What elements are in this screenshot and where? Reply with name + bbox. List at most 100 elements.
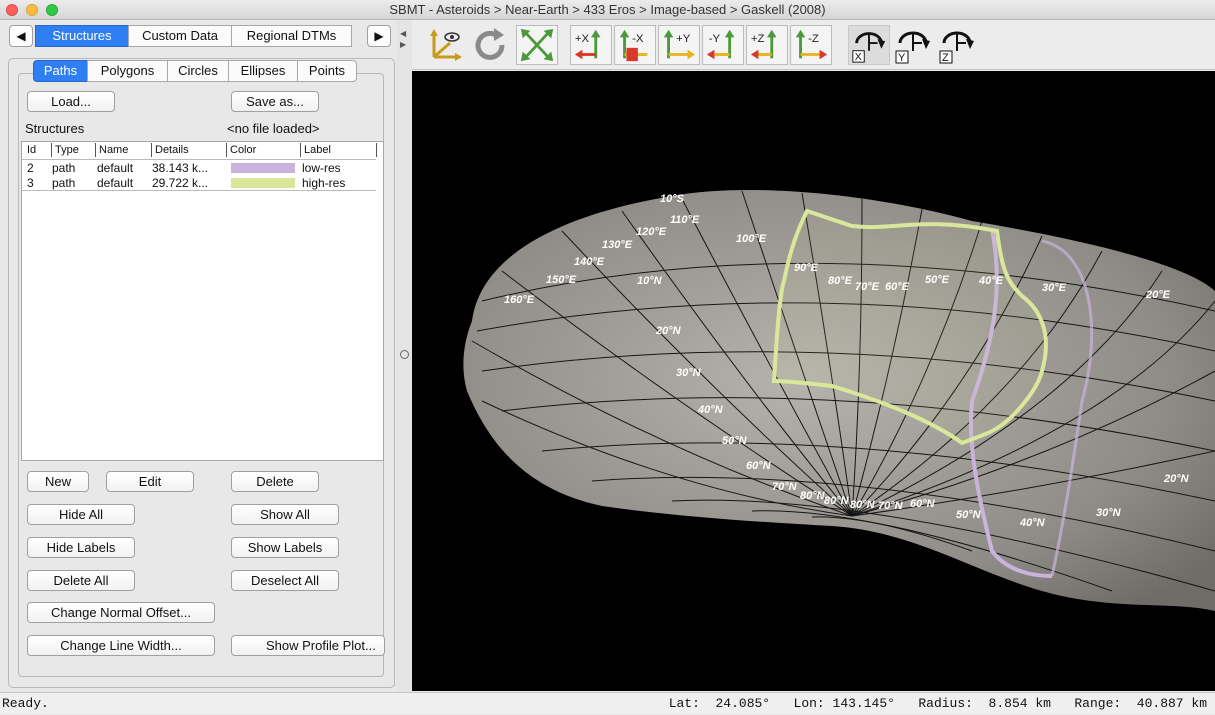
cell-details: 29.722 k... xyxy=(152,176,209,190)
fit-view-icon xyxy=(520,28,554,62)
status-bar: Ready. Lat: 24.085° Lon: 143.145° Radius… xyxy=(0,692,1215,714)
splitter-left-arrow-icon[interactable]: ◀ xyxy=(400,29,406,38)
structures-table[interactable]: Id Type Name Details Color Label 2 path … xyxy=(21,141,384,461)
svg-text:40°E: 40°E xyxy=(978,275,1004,287)
svg-text:160°E: 160°E xyxy=(504,294,535,306)
svg-text:80°N: 80°N xyxy=(800,490,826,502)
edit-button[interactable]: Edit xyxy=(106,471,194,492)
change-normal-offset-button[interactable]: Change Normal Offset... xyxy=(27,602,215,623)
tab-scroll-right-button[interactable]: ▶ xyxy=(367,25,391,47)
reset-rotation-icon xyxy=(475,28,505,60)
svg-text:+X: +X xyxy=(575,33,590,45)
save-as-button[interactable]: Save as... xyxy=(231,91,319,112)
header-label[interactable]: Label xyxy=(301,143,377,157)
header-name[interactable]: Name xyxy=(96,143,152,157)
reset-rotation-button[interactable] xyxy=(470,25,512,65)
svg-text:40°N: 40°N xyxy=(1019,517,1046,529)
close-window-button[interactable] xyxy=(6,4,18,16)
view-plus-x-button[interactable]: +X xyxy=(570,25,612,65)
svg-text:20°N: 20°N xyxy=(1163,473,1190,485)
svg-text:80°N: 80°N xyxy=(850,499,876,511)
maximize-window-button[interactable] xyxy=(46,4,58,16)
view-minus-x-button[interactable]: -X xyxy=(614,25,656,65)
render-viewport[interactable]: 10°S 110°E 120°E 130°E 140°E 150°E 160°E… xyxy=(412,71,1215,691)
svg-text:-Y: -Y xyxy=(709,33,721,45)
rotate-x-button[interactable]: X xyxy=(848,25,890,65)
hide-all-button[interactable]: Hide All xyxy=(27,504,135,525)
load-button[interactable]: Load... xyxy=(27,91,115,112)
tab-points[interactable]: Points xyxy=(297,60,357,82)
svg-text:30°E: 30°E xyxy=(1042,282,1067,294)
tab-polygons[interactable]: Polygons xyxy=(87,60,168,82)
tab-ellipses[interactable]: Ellipses xyxy=(228,60,298,82)
svg-text:90°E: 90°E xyxy=(794,262,819,274)
color-swatch[interactable] xyxy=(231,178,295,188)
deselect-all-button[interactable]: Deselect All xyxy=(231,570,339,591)
svg-text:+Z: +Z xyxy=(751,33,765,45)
rotate-z-button[interactable]: Z xyxy=(936,25,978,65)
panel-splitter[interactable]: ◀ ▶ xyxy=(397,20,412,692)
svg-text:60°N: 60°N xyxy=(746,460,772,472)
view-plus-z-button[interactable]: +Z xyxy=(746,25,788,65)
asteroid-render[interactable]: 10°S 110°E 120°E 130°E 140°E 150°E 160°E… xyxy=(412,71,1215,691)
header-id[interactable]: Id xyxy=(24,143,52,157)
rotate-y-icon: Y xyxy=(895,31,930,64)
tab-custom-data[interactable]: Custom Data xyxy=(128,25,232,47)
view-plus-z-icon: +Z xyxy=(750,29,777,60)
change-line-width-button[interactable]: Change Line Width... xyxy=(27,635,215,656)
view-minus-z-button[interactable]: -Z xyxy=(790,25,832,65)
table-row[interactable]: 2 path default 38.143 k... low-res xyxy=(22,159,376,175)
svg-text:80°E: 80°E xyxy=(828,275,853,287)
splitter-right-arrow-icon[interactable]: ▶ xyxy=(400,40,406,49)
rotate-z-icon: Z xyxy=(939,31,974,64)
svg-text:X: X xyxy=(855,52,862,63)
set-viewpoint-button[interactable] xyxy=(424,25,466,65)
show-labels-button[interactable]: Show Labels xyxy=(231,537,339,558)
file-status: <no file loaded> xyxy=(227,121,320,136)
cell-type: path xyxy=(52,176,76,190)
svg-text:30°N: 30°N xyxy=(676,367,702,379)
table-row[interactable]: 3 path default 29.722 k... high-res xyxy=(22,175,376,191)
svg-text:60°E: 60°E xyxy=(885,281,910,293)
delete-button[interactable]: Delete xyxy=(231,471,319,492)
rotate-y-button[interactable]: Y xyxy=(892,25,934,65)
status-coordinates: Lat: 24.085° Lon: 143.145° Radius: 8.854… xyxy=(669,693,1207,715)
svg-text:+Y: +Y xyxy=(676,33,691,45)
hide-labels-button[interactable]: Hide Labels xyxy=(27,537,135,558)
svg-text:30°N: 30°N xyxy=(1096,507,1122,519)
svg-text:50°N: 50°N xyxy=(722,435,748,447)
rotate-x-icon: X xyxy=(852,32,886,63)
view-minus-x-icon: -X xyxy=(619,29,648,62)
view-minus-y-button[interactable]: -Y xyxy=(702,25,744,65)
svg-text:70°N: 70°N xyxy=(772,481,798,493)
header-type[interactable]: Type xyxy=(52,143,96,157)
new-button[interactable]: New xyxy=(27,471,89,492)
tab-scroll-left-button[interactable]: ◀ xyxy=(9,25,33,47)
svg-text:130°E: 130°E xyxy=(602,239,633,251)
svg-text:150°E: 150°E xyxy=(546,274,577,286)
delete-all-button[interactable]: Delete All xyxy=(27,570,135,591)
structures-label: Structures xyxy=(25,121,85,136)
view-plus-y-button[interactable]: +Y xyxy=(658,25,700,65)
status-lat: Lat: 24.085° xyxy=(668,696,771,711)
tab-regional-dtms[interactable]: Regional DTMs xyxy=(231,25,352,47)
status-message: Ready. xyxy=(2,696,49,711)
tab-paths[interactable]: Paths xyxy=(33,60,88,82)
minimize-window-button[interactable] xyxy=(26,4,38,16)
svg-text:-X: -X xyxy=(632,33,644,45)
header-color[interactable]: Color xyxy=(227,143,301,157)
color-swatch[interactable] xyxy=(231,163,295,173)
table-header: Id Type Name Details Color Label xyxy=(22,142,383,158)
splitter-grip-icon[interactable] xyxy=(400,350,409,359)
show-all-button[interactable]: Show All xyxy=(231,504,339,525)
show-profile-plot-button[interactable]: Show Profile Plot... xyxy=(231,635,385,656)
svg-text:100°E: 100°E xyxy=(736,233,767,245)
tab-structures[interactable]: Structures xyxy=(35,25,129,47)
fit-view-button[interactable] xyxy=(516,25,558,65)
main-tabs: Structures Custom Data Regional DTMs xyxy=(35,25,352,47)
svg-text:140°E: 140°E xyxy=(574,256,605,268)
structure-type-tabs: Paths Polygons Circles Ellipses Points xyxy=(33,60,357,82)
view-toolbar: +X -X +Y -Y +Z -Z X Y Z xyxy=(412,20,1215,70)
header-details[interactable]: Details xyxy=(152,143,227,157)
tab-circles[interactable]: Circles xyxy=(167,60,229,82)
